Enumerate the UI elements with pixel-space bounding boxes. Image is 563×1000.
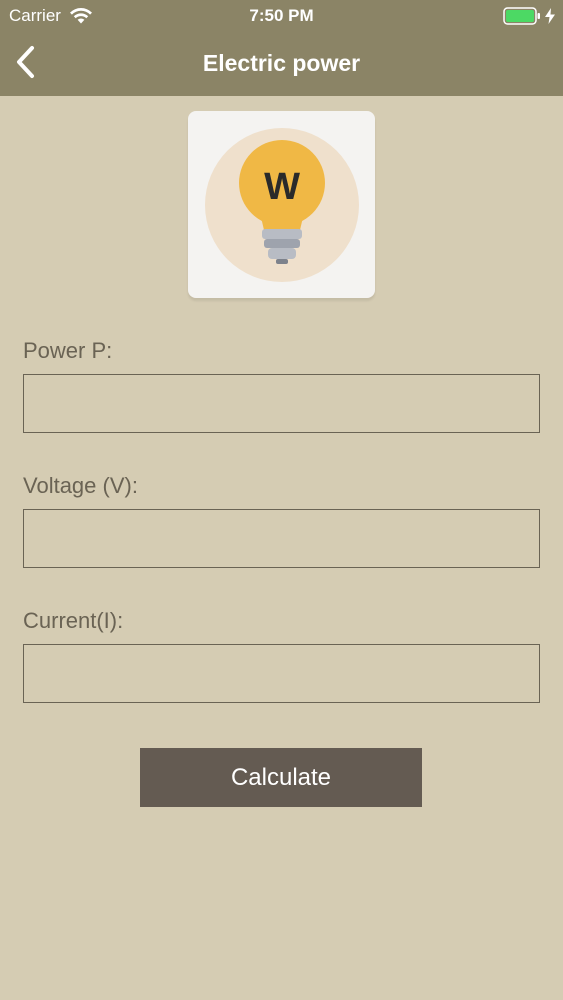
voltage-label: Voltage (V): <box>23 473 138 498</box>
status-bar: Carrier 7:50 PM <box>0 0 563 32</box>
navigation-bar: Electric power <box>0 32 563 96</box>
current-label: Current(I): <box>23 608 124 633</box>
battery-icon <box>503 7 540 25</box>
charging-bolt-icon <box>545 8 555 24</box>
header: Carrier 7:50 PM Electric power <box>0 0 563 96</box>
clock: 7:50 PM <box>249 6 314 25</box>
power-label: Power P: <box>23 338 113 363</box>
current-input[interactable] <box>23 644 540 703</box>
bulb-letter: W <box>264 166 300 208</box>
power-input[interactable] <box>23 374 540 433</box>
light-bulb-icon: W <box>204 127 359 282</box>
page-title: Electric power <box>202 50 361 76</box>
battery-group <box>503 7 555 25</box>
calculate-button[interactable]: Calculate <box>140 748 422 807</box>
voltage-input[interactable] <box>23 509 540 568</box>
app-icon-card: W <box>188 111 375 298</box>
